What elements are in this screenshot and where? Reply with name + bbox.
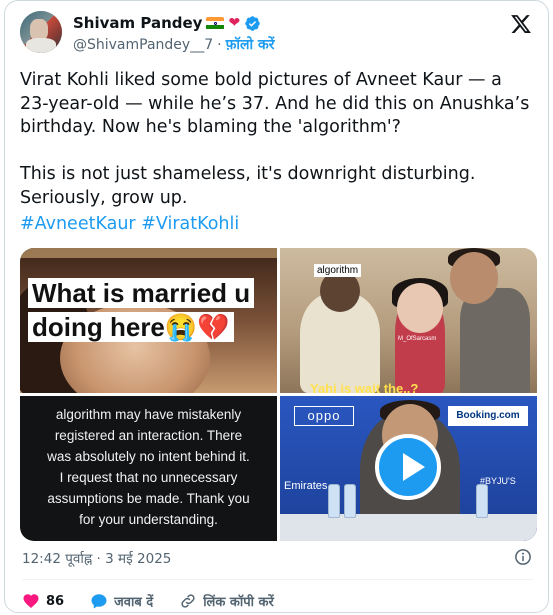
hashtags: #AvneetKaur #ViratKohli <box>20 213 239 237</box>
heart-icon <box>23 594 39 609</box>
meme-label: algorithm <box>314 264 362 277</box>
verified-badge-icon <box>245 15 260 31</box>
x-logo-icon[interactable] <box>510 13 532 35</box>
statement-line: algorithm may have mistakenly <box>55 407 242 422</box>
hashtag-avneetkaur[interactable]: #AvneetKaur <box>20 214 136 234</box>
media-image-1[interactable]: What is married u doing here😭💔 <box>20 248 277 393</box>
meme-bottom-text: Yahi is wait the..? <box>310 381 419 393</box>
statement-line: I request that no unnecessary <box>59 470 238 485</box>
divider <box>22 579 533 580</box>
statement-line: for your understanding. <box>79 512 218 527</box>
india-flag-icon <box>206 16 225 30</box>
author-name-row: Shivam Pandey ❤ <box>73 13 261 33</box>
reply-button[interactable]: जवाब दें <box>90 592 153 610</box>
info-icon[interactable] <box>514 548 532 566</box>
tweet-card[interactable]: Shivam Pandey ❤ @ShivamPandey__7 · फ़ॉलो… <box>4 0 549 613</box>
like-count: 86 <box>46 593 65 609</box>
reply-bubble-icon <box>91 594 107 609</box>
meme-watermark: M_OfSarcasm <box>398 336 437 342</box>
media-image-2[interactable]: algorithm M_OfSarcasm Yahi is wait the..… <box>280 248 537 393</box>
sponsor-emirates: Emirates <box>284 480 328 492</box>
image-caption-line-2: doing here😭💔 <box>28 312 234 342</box>
sponsor-oppo: oppo <box>294 406 354 426</box>
tweet-text: Virat Kohli liked some bold pictures of … <box>20 70 530 208</box>
play-icon[interactable] <box>375 434 441 500</box>
hashtag-viratkohli[interactable]: #ViratKohli <box>141 214 239 234</box>
red-heart-icon: ❤ <box>228 15 241 31</box>
image-caption-line-1: What is married u <box>28 278 255 308</box>
copy-link-label: लिंक कॉपी करें <box>203 595 274 610</box>
link-icon <box>181 594 195 608</box>
action-bar: 86 जवाब दें लिंक कॉपी करें <box>22 592 300 610</box>
author-handle[interactable]: @ShivamPandey__7 <box>73 37 213 53</box>
statement-line: assumptions be made. Thank you <box>47 491 250 506</box>
separator-dot: · <box>217 36 222 53</box>
statement-line: was absolutely no intent behind it. <box>47 449 250 464</box>
media-video[interactable]: oppo Booking.com Emirates #BYJU'S <box>280 396 537 541</box>
sponsor-booking: Booking.com <box>448 406 528 426</box>
author-handle-row: @ShivamPandey__7 · फ़ॉलो करें <box>73 35 274 54</box>
tweet-timestamp[interactable]: 12:42 पूर्वाह्न · 3 मई 2025 <box>22 549 171 567</box>
reply-label: जवाब दें <box>114 595 154 610</box>
statement-line: registered an interaction. There <box>54 428 243 443</box>
avatar[interactable] <box>20 11 62 53</box>
statement-text: algorithm may have mistakenly registered… <box>20 404 277 530</box>
media-grid: What is married u doing here😭💔 algorithm… <box>20 248 537 541</box>
follow-button[interactable]: फ़ॉलो करें <box>226 35 275 54</box>
like-button[interactable]: 86 <box>22 592 64 610</box>
image-caption: What is married u doing here😭💔 <box>28 276 255 344</box>
author-name[interactable]: Shivam Pandey <box>73 14 202 32</box>
media-image-3[interactable]: algorithm may have mistakenly registered… <box>20 396 277 541</box>
copy-link-button[interactable]: लिंक कॉपी करें <box>179 592 274 610</box>
